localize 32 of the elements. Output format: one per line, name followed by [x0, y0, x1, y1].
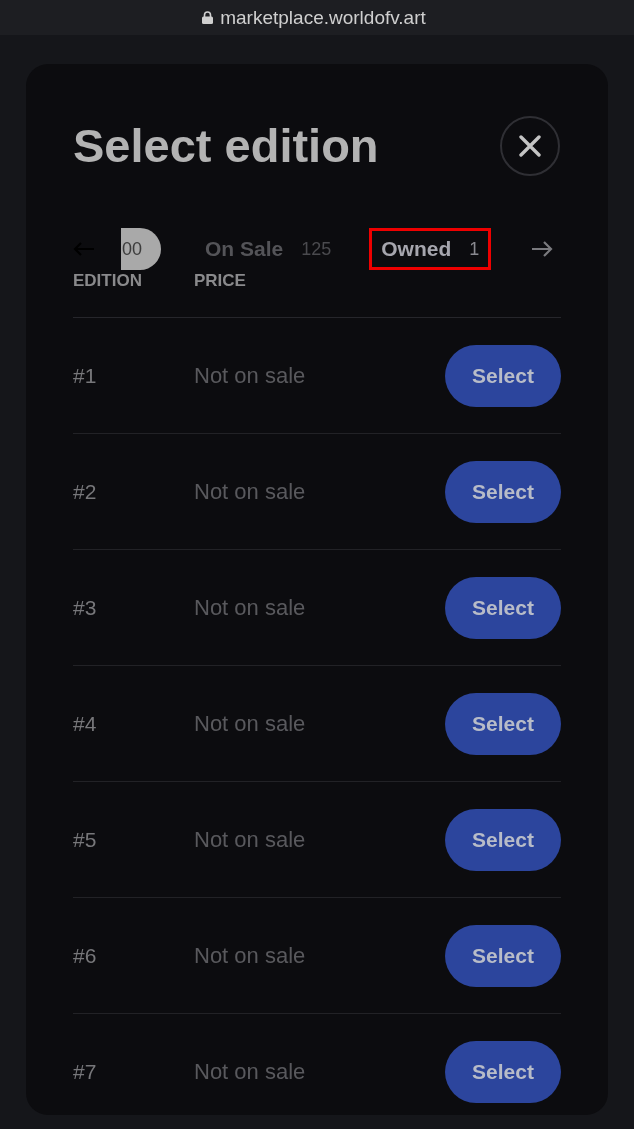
select-button[interactable]: Select [445, 576, 561, 639]
lock-icon [202, 11, 214, 24]
select-button[interactable]: Select [445, 924, 561, 987]
select-button[interactable]: Select [445, 692, 561, 755]
edition-number: #7 [73, 1059, 97, 1084]
price-text: Not on sale [194, 362, 306, 389]
arrow-right-icon[interactable] [531, 241, 553, 257]
select-button[interactable]: Select [445, 344, 561, 407]
edition-number: #4 [73, 711, 97, 736]
close-button[interactable] [500, 116, 560, 176]
price-text: Not on sale [194, 826, 306, 853]
edition-number: #1 [73, 363, 97, 388]
price-text: Not on sale [194, 478, 306, 505]
tab[interactable]: Owned 1 [369, 228, 492, 270]
column-header: EDITION [73, 271, 142, 291]
select-button[interactable]: Select [445, 808, 561, 871]
edition-number: #3 [73, 595, 97, 620]
price-text: Not on sale [194, 942, 306, 969]
price-text: Not on sale [194, 1058, 306, 1085]
modal-title: Select edition [73, 118, 379, 174]
tab[interactable]: 00 [121, 228, 162, 270]
edition-number: #6 [73, 943, 97, 968]
url-text[interactable]: marketplace.worldofv.art [220, 5, 426, 30]
close-icon [519, 135, 541, 157]
tab[interactable]: On Sale 125 [193, 228, 344, 270]
edition-number: #5 [73, 827, 97, 852]
price-text: Not on sale [194, 594, 306, 621]
edition-number: #2 [73, 479, 97, 504]
column-header: PRICE [194, 271, 246, 291]
select-button[interactable]: Select [445, 1040, 561, 1103]
select-button[interactable]: Select [445, 460, 561, 523]
price-text: Not on sale [194, 710, 306, 737]
